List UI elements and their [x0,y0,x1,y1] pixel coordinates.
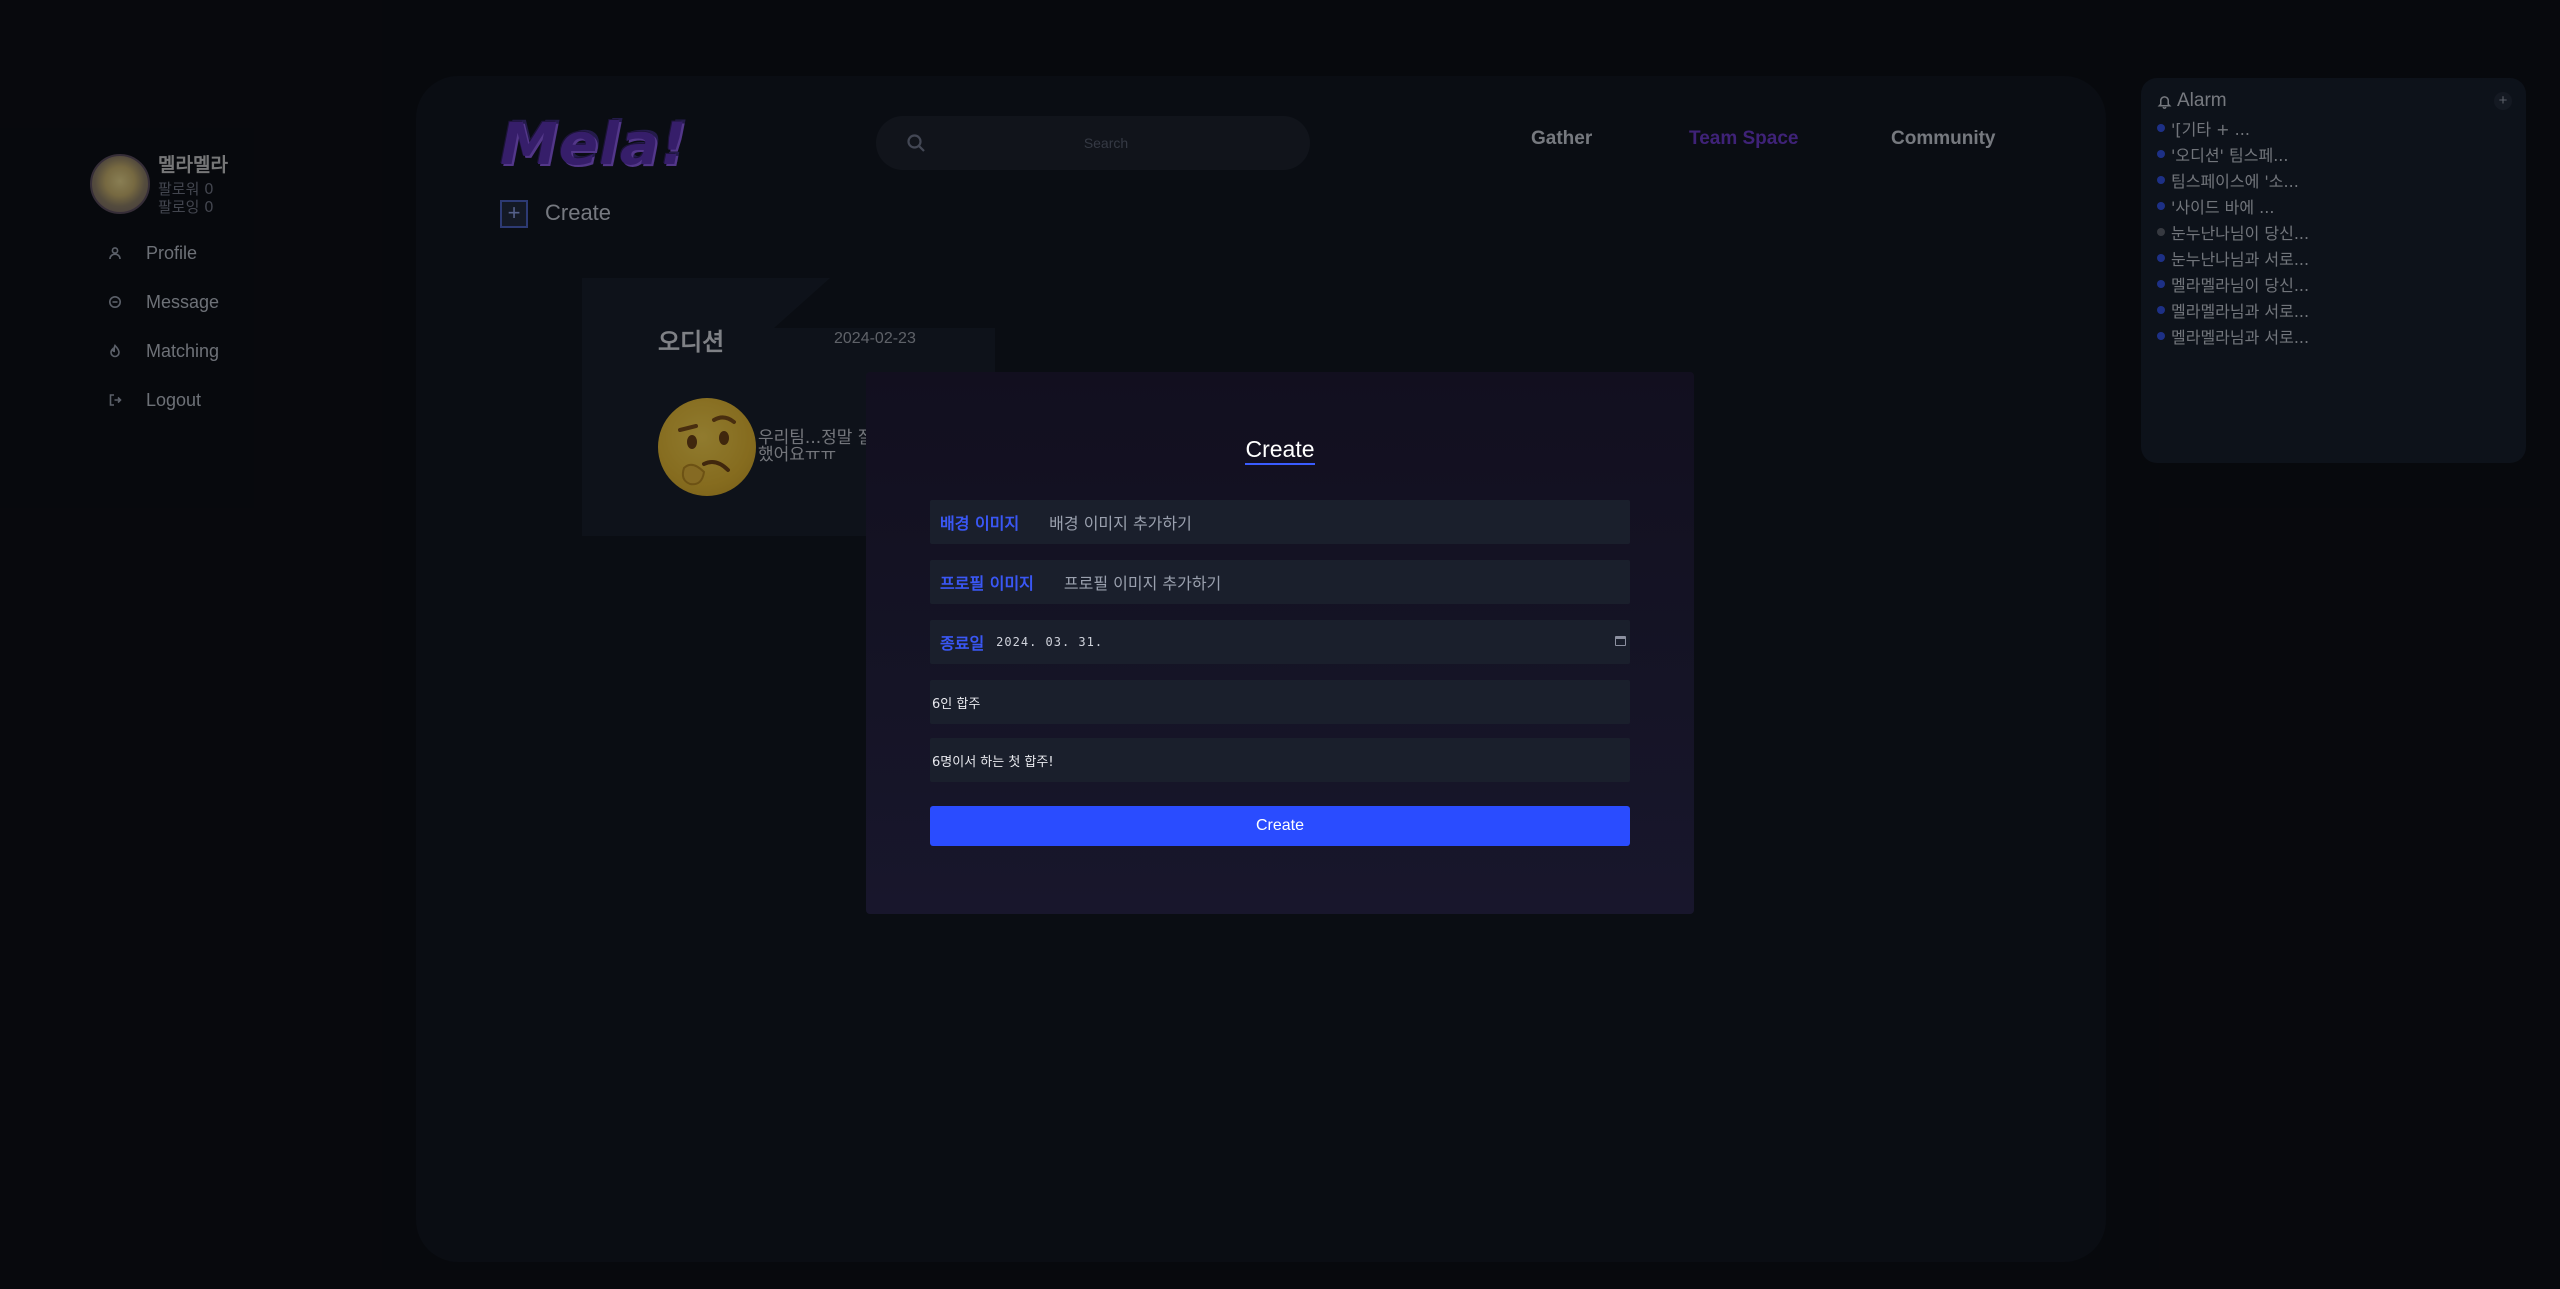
modal-title-text: Create [1245,436,1315,465]
team-name-input[interactable]: 6인 합주 [932,693,980,712]
calendar-icon[interactable] [1615,636,1626,646]
profile-image-field[interactable]: 프로필 이미지 프로필 이미지 추가하기 [930,560,1630,604]
background-image-value[interactable]: 배경 이미지 추가하기 [1049,510,1192,534]
app-root: 멜라멜라 팔로워 0 팔로잉 0 Profile Message Matchin… [0,0,2560,1289]
background-image-label[interactable]: 배경 이미지 [940,510,1019,534]
create-submit-button[interactable]: Create [930,806,1630,846]
end-date-input[interactable]: 2024. 03. 31. [996,635,1103,649]
background-image-field[interactable]: 배경 이미지 배경 이미지 추가하기 [930,500,1630,544]
team-name-field[interactable]: 6인 합주 [930,680,1630,724]
end-date-field[interactable]: 종료일 2024. 03. 31. [930,620,1630,664]
end-date-label: 종료일 [940,634,985,653]
create-modal: Create 배경 이미지 배경 이미지 추가하기 프로필 이미지 프로필 이미… [866,372,1694,914]
modal-title: Create [866,436,1694,465]
team-description-field[interactable]: 6명이서 하는 첫 합주! [930,738,1630,782]
team-description-input[interactable]: 6명이서 하는 첫 합주! [932,751,1054,770]
profile-image-value[interactable]: 프로필 이미지 추가하기 [1064,570,1221,594]
profile-image-label[interactable]: 프로필 이미지 [940,570,1034,594]
